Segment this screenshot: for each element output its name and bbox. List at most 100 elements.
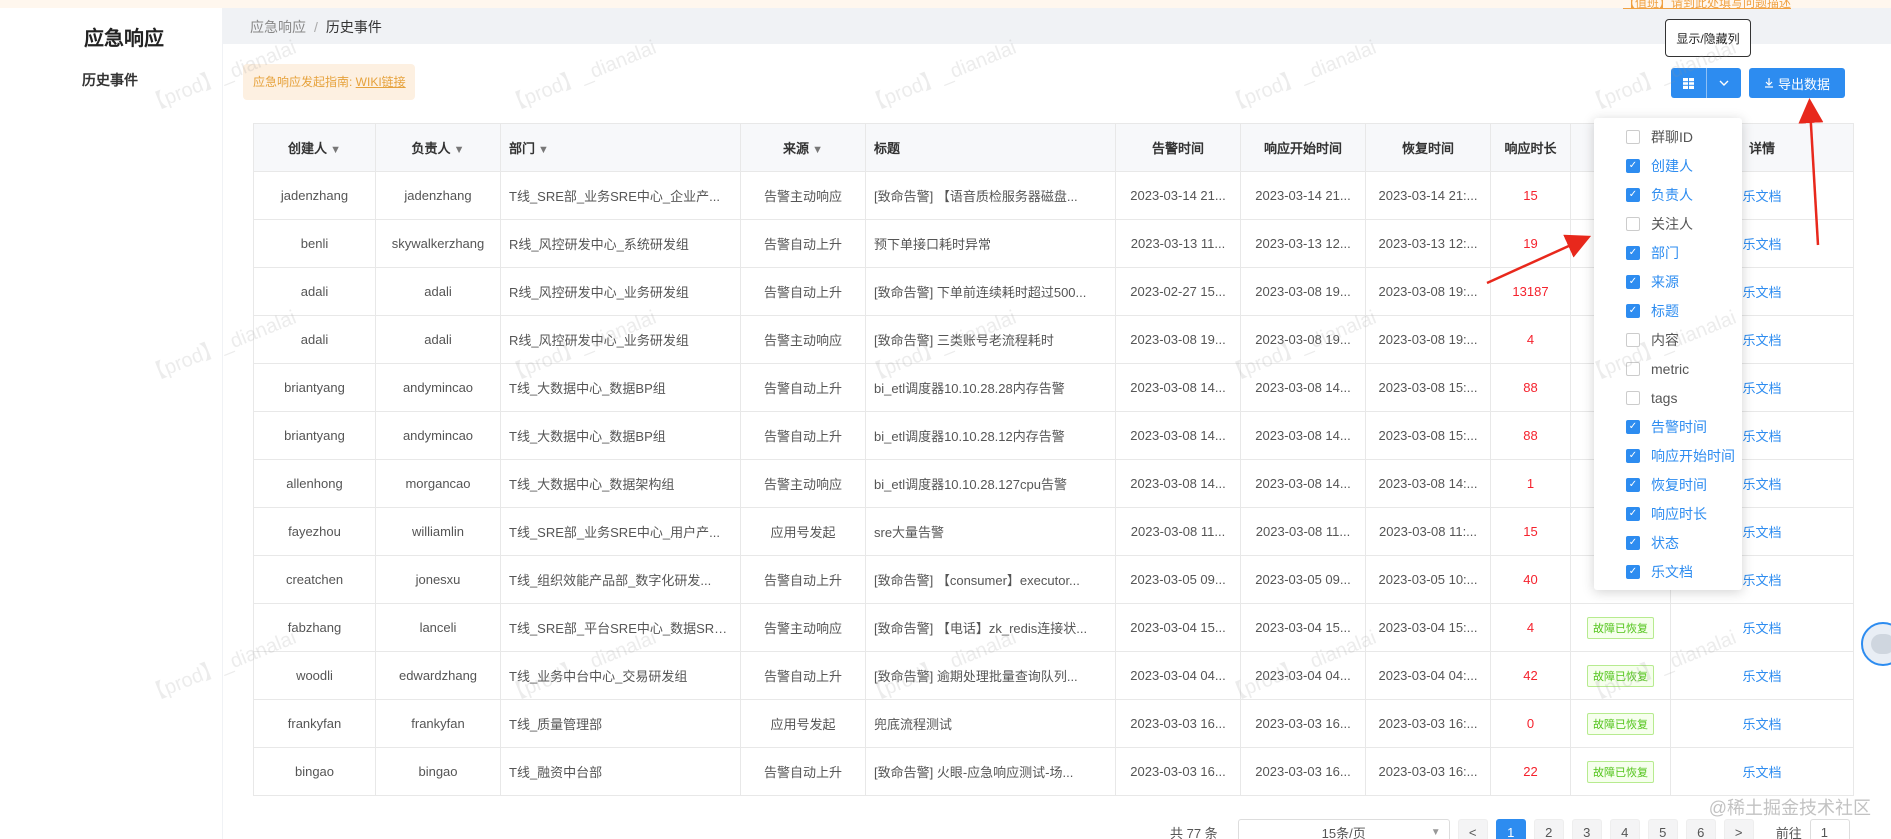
doc-link[interactable]: 乐文档 bbox=[1742, 237, 1781, 252]
doc-link[interactable]: 乐文档 bbox=[1742, 525, 1781, 540]
filter-icon[interactable]: ▼ bbox=[538, 144, 549, 156]
cell-dept: R线_风控研发中心_业务研发组 bbox=[500, 315, 741, 364]
doc-link[interactable]: 乐文档 bbox=[1742, 285, 1781, 300]
chevron-down-icon[interactable] bbox=[1705, 68, 1742, 98]
column-toggle-button[interactable] bbox=[1671, 68, 1741, 98]
checkbox-icon[interactable] bbox=[1626, 390, 1640, 405]
column-option[interactable]: ✓ 恢复时间 bbox=[1594, 470, 1742, 499]
table-row[interactable]: frankyfan frankyfan T线_质量管理部 应用号发起 兜底流程测试 202… bbox=[253, 699, 1854, 748]
filter-icon[interactable]: ▼ bbox=[812, 144, 823, 156]
page-size-select[interactable]: 15条/页 ▼ bbox=[1237, 819, 1450, 839]
page-button[interactable]: 2 bbox=[1533, 819, 1564, 839]
doc-link[interactable]: 乐文档 bbox=[1742, 429, 1781, 444]
doc-link[interactable]: 乐文档 bbox=[1742, 765, 1781, 780]
column-option-label: 标题 bbox=[1651, 302, 1679, 319]
cell-text: 15 bbox=[1523, 188, 1538, 203]
table-row[interactable]: woodli edwardzhang T线_业务中台中心_交易研发组 告警自动上升 [致… bbox=[253, 651, 1854, 700]
cell-text: jadenzhang bbox=[280, 188, 349, 203]
cell-detail[interactable]: 乐文档 bbox=[1670, 651, 1854, 700]
next-page-button[interactable]: > bbox=[1723, 819, 1754, 839]
col-dept: 部门 ▼ bbox=[500, 123, 741, 172]
cell-alert-time: 2023-03-04 04... bbox=[1115, 651, 1241, 700]
column-option[interactable]: 关注人 bbox=[1594, 209, 1742, 238]
checkbox-checked-icon[interactable]: ✓ bbox=[1626, 535, 1640, 550]
cell-title: [致命告警] 【consumer】executor... bbox=[865, 555, 1116, 604]
column-option[interactable]: metric bbox=[1594, 354, 1742, 383]
checkbox-checked-icon[interactable]: ✓ bbox=[1626, 564, 1640, 579]
column-option[interactable]: ✓ 响应开始时间 bbox=[1594, 441, 1742, 470]
page-button[interactable]: 4 bbox=[1609, 819, 1640, 839]
checkbox-icon[interactable] bbox=[1626, 361, 1640, 376]
column-option[interactable]: tags bbox=[1594, 383, 1742, 412]
checkbox-checked-icon[interactable]: ✓ bbox=[1626, 187, 1640, 202]
column-option[interactable]: ✓ 创建人 bbox=[1594, 151, 1742, 180]
cell-recover-time: 2023-03-14 21:... bbox=[1365, 171, 1491, 220]
goto-page-input[interactable]: 1 bbox=[1809, 819, 1850, 839]
cell-text: T线_业务中台中心_交易研发组 bbox=[509, 669, 688, 684]
cell-text: T线_大数据中心_数据架构组 bbox=[509, 477, 675, 492]
doc-link[interactable]: 乐文档 bbox=[1742, 573, 1781, 588]
checkbox-checked-icon[interactable]: ✓ bbox=[1626, 245, 1640, 260]
page-button[interactable]: 5 bbox=[1647, 819, 1678, 839]
cell-detail[interactable]: 乐文档 bbox=[1670, 603, 1854, 652]
doc-link[interactable]: 乐文档 bbox=[1742, 621, 1781, 636]
cell-recover-time: 2023-03-08 15:... bbox=[1365, 363, 1491, 412]
cell-detail[interactable]: 乐文档 bbox=[1670, 747, 1854, 796]
checkbox-checked-icon[interactable]: ✓ bbox=[1626, 477, 1640, 492]
column-option[interactable]: ✓ 乐文档 bbox=[1594, 557, 1742, 586]
cell-text: T线_融资中台部 bbox=[509, 765, 603, 780]
doc-link[interactable]: 乐文档 bbox=[1742, 381, 1781, 396]
grid-icon[interactable] bbox=[1671, 68, 1706, 98]
checkbox-checked-icon[interactable]: ✓ bbox=[1626, 419, 1640, 434]
checkbox-checked-icon[interactable]: ✓ bbox=[1626, 303, 1640, 318]
breadcrumb-root[interactable]: 应急响应 bbox=[250, 19, 306, 35]
cell-resp-start: 2023-03-03 16... bbox=[1240, 699, 1366, 748]
cell-text: 告警主动响应 bbox=[763, 189, 842, 204]
checkbox-icon[interactable] bbox=[1626, 129, 1640, 144]
column-option[interactable]: ✓ 负责人 bbox=[1594, 180, 1742, 209]
wiki-link[interactable]: WIKI链接 bbox=[356, 75, 406, 89]
column-option[interactable]: ✓ 告警时间 bbox=[1594, 412, 1742, 441]
column-option[interactable]: ✓ 响应时长 bbox=[1594, 499, 1742, 528]
page-button[interactable]: 1 bbox=[1495, 819, 1526, 839]
cell-duration: 4 bbox=[1490, 603, 1571, 652]
doc-link[interactable]: 乐文档 bbox=[1742, 189, 1781, 204]
filter-icon[interactable]: ▼ bbox=[330, 144, 341, 156]
column-option[interactable]: ✓ 部门 bbox=[1594, 238, 1742, 267]
checkbox-checked-icon[interactable]: ✓ bbox=[1626, 158, 1640, 173]
sidebar-item-history[interactable]: 历史事件 bbox=[82, 70, 138, 90]
checkbox-checked-icon[interactable]: ✓ bbox=[1626, 448, 1640, 463]
column-option[interactable]: ✓ 来源 bbox=[1594, 267, 1742, 296]
checkbox-icon[interactable] bbox=[1626, 332, 1640, 347]
column-option[interactable]: ✓ 状态 bbox=[1594, 528, 1742, 557]
doc-link[interactable]: 乐文档 bbox=[1742, 333, 1781, 348]
page-button[interactable]: 6 bbox=[1685, 819, 1716, 839]
cell-recover-time: 2023-03-08 11:... bbox=[1365, 507, 1491, 556]
cell-dept: T线_大数据中心_数据BP组 bbox=[500, 363, 741, 412]
prev-page-button[interactable]: < bbox=[1457, 819, 1488, 839]
checkbox-checked-icon[interactable]: ✓ bbox=[1626, 274, 1640, 289]
cell-text: [致命告警] 逾期处理批量查询队列... bbox=[874, 669, 1078, 684]
cell-text: 2023-03-08 14... bbox=[1255, 428, 1351, 443]
cell-resp-start: 2023-03-03 16... bbox=[1240, 747, 1366, 796]
column-option[interactable]: 内容 bbox=[1594, 325, 1742, 354]
filter-icon[interactable]: ▼ bbox=[454, 144, 465, 156]
checkbox-checked-icon[interactable]: ✓ bbox=[1626, 506, 1640, 521]
cell-detail[interactable]: 乐文档 bbox=[1670, 699, 1854, 748]
doc-link[interactable]: 乐文档 bbox=[1742, 717, 1781, 732]
doc-link[interactable]: 乐文档 bbox=[1742, 477, 1781, 492]
cell-alert-time: 2023-03-04 15... bbox=[1115, 603, 1241, 652]
top-notice-link[interactable]: 【值班】请到此处填写问题描述 bbox=[1623, 0, 1791, 11]
column-option[interactable]: ✓ 标题 bbox=[1594, 296, 1742, 325]
cell-text: 告警主动响应 bbox=[763, 477, 842, 492]
column-option[interactable]: 群聊ID bbox=[1594, 122, 1742, 151]
cell-text: 2023-03-04 04... bbox=[1255, 668, 1351, 683]
table-row[interactable]: bingao bingao T线_融资中台部 告警自动上升 [致命告警] 火眼-应急响应… bbox=[253, 747, 1854, 796]
doc-link[interactable]: 乐文档 bbox=[1742, 669, 1781, 684]
table-row[interactable]: fabzhang lanceli T线_SRE部_平台SRE中心_数据SRE... 告… bbox=[253, 603, 1854, 652]
cell-text: woodli bbox=[296, 668, 333, 683]
page-button[interactable]: 3 bbox=[1571, 819, 1602, 839]
export-button[interactable]: 导出数据 bbox=[1749, 68, 1845, 98]
cell-status: 故障已恢复 bbox=[1570, 747, 1671, 796]
checkbox-icon[interactable] bbox=[1626, 216, 1640, 231]
